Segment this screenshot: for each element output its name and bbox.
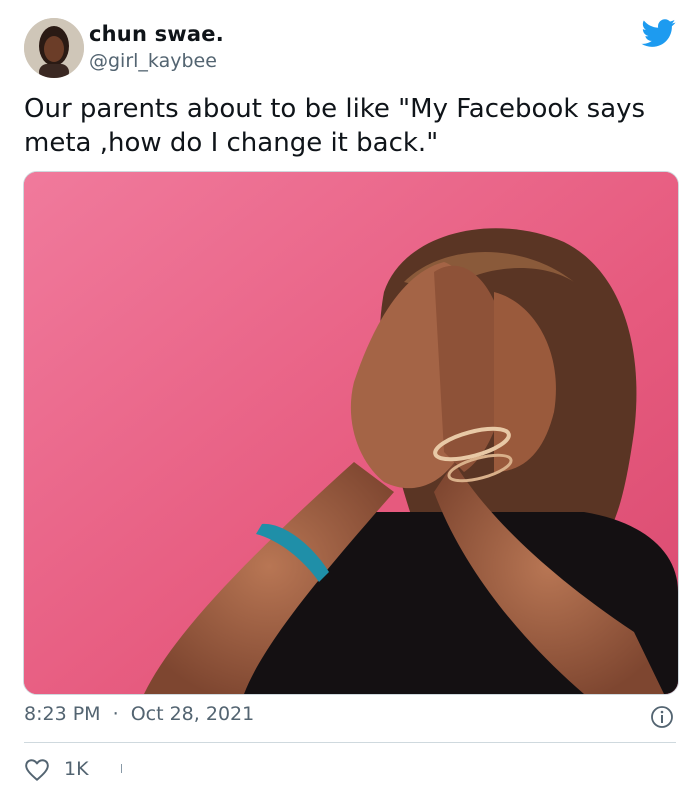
- author-handle[interactable]: @girl_kaybee: [89, 50, 217, 72]
- like-count[interactable]: 1K: [64, 758, 89, 780]
- avatar[interactable]: [24, 18, 84, 78]
- divider: [24, 742, 676, 743]
- tweet-time: 8:23 PM: [24, 703, 101, 725]
- heart-icon[interactable]: [24, 758, 50, 782]
- meta-separator: ·: [112, 703, 119, 725]
- tweet-text: Our parents about to be like "My Faceboo…: [24, 94, 646, 158]
- media-illustration: [24, 172, 678, 694]
- author-display-name[interactable]: chun swae.: [89, 22, 224, 46]
- action-separator: [121, 764, 122, 773]
- tweet-media-image[interactable]: [23, 171, 679, 695]
- info-icon[interactable]: [650, 705, 674, 729]
- avatar-image: [24, 18, 84, 78]
- twitter-bird-icon[interactable]: [640, 16, 678, 50]
- tweet-timestamp[interactable]: 8:23 PM · Oct 28, 2021: [24, 703, 254, 725]
- tweet-card: chun swae. @girl_kaybee Our parents abou…: [0, 0, 700, 796]
- tweet-date: Oct 28, 2021: [130, 703, 255, 725]
